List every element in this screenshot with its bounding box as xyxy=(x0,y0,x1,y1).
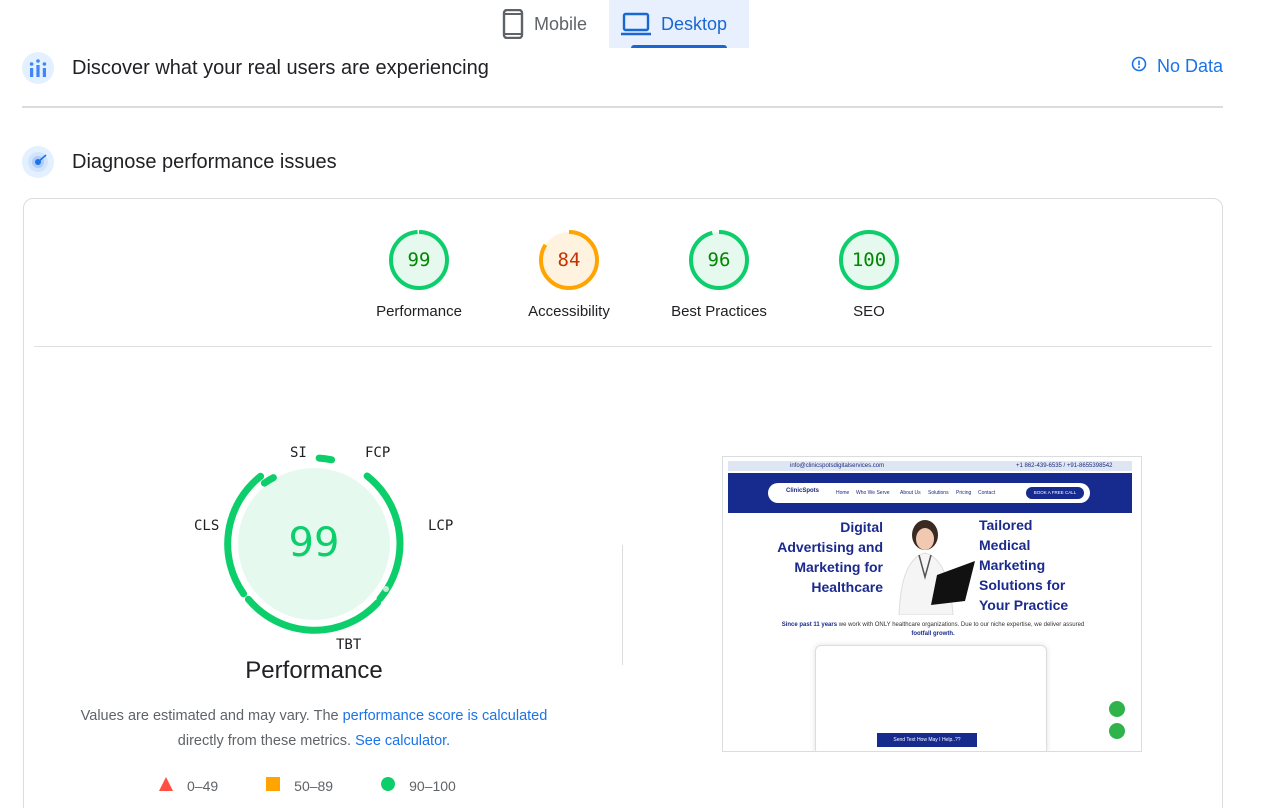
screenshot-navbar: ClinicSpots Home Who We Serve About Us S… xyxy=(728,473,1132,513)
gauge-score: 100 xyxy=(851,249,887,271)
legend-range: 0–49 xyxy=(187,777,219,794)
screenshot-nav-item: Contact xyxy=(978,490,996,496)
field-data-icon xyxy=(22,52,54,84)
lab-data-header: Diagnose performance issues xyxy=(22,146,337,178)
screenshot-email: info@clinicspotsdigitalservices.com xyxy=(790,463,885,469)
metric-label-si: SI xyxy=(290,445,307,461)
tab-mobile[interactable]: Mobile xyxy=(490,0,609,48)
field-data-title: Discover what your real users are experi… xyxy=(72,56,489,79)
lab-data-icon xyxy=(22,146,54,178)
fcp-arc xyxy=(315,454,336,464)
sub-bold: Since past 11 years xyxy=(781,622,838,628)
gauge-ring: 84 xyxy=(538,229,600,291)
sub-bold-2: footfall growth. xyxy=(911,631,955,637)
screenshot-subtitle: Since past 11 years we work with ONLY he… xyxy=(743,621,1123,639)
section-divider xyxy=(22,106,1223,108)
metric-label-tbt: TBT xyxy=(336,637,362,653)
performance-title: Performance xyxy=(245,657,383,684)
screenshot-phone: +1 862-439-6535 / +91-8655398542 xyxy=(1016,463,1113,469)
hero-line: Solutions for xyxy=(979,577,1066,593)
screenshot-hero-right: Tailored Medical Marketing Solutions for… xyxy=(979,515,1109,615)
card-divider xyxy=(34,346,1212,347)
see-calculator-link[interactable]: See calculator. xyxy=(355,733,450,749)
screenshot-cta: BOOK A FREE CALL xyxy=(1026,487,1084,499)
circle-icon xyxy=(381,777,396,794)
laptop-icon xyxy=(621,12,652,36)
gauge-label: Accessibility xyxy=(528,303,610,320)
screenshot-brand: ClinicSpots xyxy=(786,488,820,494)
hero-line: Tailored xyxy=(979,517,1033,533)
score-calculation-link[interactable]: performance score is calculated xyxy=(343,708,548,724)
gauge-accessibility[interactable]: 84 Accessibility xyxy=(494,229,644,320)
gauge-label: Best Practices xyxy=(671,303,767,320)
whatsapp-bubble-icon xyxy=(1109,723,1125,739)
screenshot-nav-item: Solutions xyxy=(928,490,949,496)
triangle-icon xyxy=(159,777,173,794)
screenshot-nav-pill: ClinicSpots Home Who We Serve About Us S… xyxy=(768,483,1090,503)
score-note: Values are estimated and may vary. The p… xyxy=(74,704,554,754)
lighthouse-report-card: 99 Performance 84 Accessibility 96 Best … xyxy=(23,198,1223,808)
hero-line: Advertising and xyxy=(777,539,883,555)
screenshot-nav-item: Home xyxy=(836,490,850,496)
vertical-divider xyxy=(622,545,623,665)
lab-data-title: Diagnose performance issues xyxy=(72,150,337,173)
performance-metric-gauge: SI FCP LCP TBT CLS 99 xyxy=(184,444,453,653)
gauge-seo[interactable]: 100 SEO xyxy=(794,229,944,320)
note-text-2: directly from these metrics. xyxy=(177,733,352,749)
hero-line: Marketing for xyxy=(794,559,883,575)
legend-fail: 0–49 xyxy=(159,777,218,794)
note-text-1: Values are estimated and may vary. The xyxy=(80,708,343,724)
category-gauges: 99 Performance 84 Accessibility 96 Best … xyxy=(344,229,944,320)
gauge-score: 99 xyxy=(407,249,431,271)
screenshot-nav-item: Who We Serve xyxy=(856,490,890,496)
tab-mobile-label: Mobile xyxy=(534,13,588,34)
legend-pass: 90–100 xyxy=(381,777,456,794)
legend-range: 50–89 xyxy=(294,777,334,794)
tab-desktop[interactable]: Desktop xyxy=(609,0,750,48)
tab-desktop-label: Desktop xyxy=(661,13,728,34)
gauge-label: Performance xyxy=(376,303,462,320)
phone-bubble-icon xyxy=(1109,701,1125,717)
doctor-image xyxy=(898,520,975,615)
performance-score: 99 xyxy=(288,520,340,566)
gauge-performance[interactable]: 99 Performance xyxy=(344,229,494,320)
gauge-ring: 96 xyxy=(688,229,750,291)
hero-line: Your Practice xyxy=(979,597,1069,613)
no-data-link[interactable]: No Data xyxy=(1131,56,1223,77)
gauge-best-practices[interactable]: 96 Best Practices xyxy=(644,229,794,320)
gauge-ring: 100 xyxy=(838,229,900,291)
info-icon xyxy=(1131,56,1147,77)
screenshot-chat-bar: Send Text How May I Help..?? xyxy=(877,733,977,747)
device-tabs: Mobile Desktop xyxy=(490,0,750,48)
hero-line: Digital xyxy=(840,519,883,535)
legend-range: 90–100 xyxy=(409,777,456,794)
final-screenshot[interactable]: info@clinicspotsdigitalservices.com +1 8… xyxy=(722,456,1142,752)
phone-icon xyxy=(502,9,524,39)
no-data-label: No Data xyxy=(1156,56,1223,76)
score-legend: 0–49 50–89 90–100 xyxy=(159,777,504,794)
screenshot-nav-item: About Us xyxy=(900,490,921,496)
hero-line: Healthcare xyxy=(811,579,883,595)
sub-text: we work with ONLY healthcare organizatio… xyxy=(837,622,1085,628)
gauge-label: SEO xyxy=(853,303,885,320)
gauge-score: 96 xyxy=(707,249,731,271)
gauge-score: 84 xyxy=(557,249,581,271)
legend-average: 50–89 xyxy=(266,777,333,794)
si-arc xyxy=(260,474,277,487)
screenshot-topbar: info@clinicspotsdigitalservices.com +1 8… xyxy=(728,461,1132,471)
field-data-header: Discover what your real users are experi… xyxy=(22,52,1223,84)
hero-line: Marketing xyxy=(979,557,1046,573)
gauge-ring: 99 xyxy=(388,229,450,291)
hero-line: Medical xyxy=(979,537,1031,553)
square-icon xyxy=(266,777,281,794)
screenshot-nav-item: Pricing xyxy=(956,490,972,496)
metric-label-fcp: FCP xyxy=(365,445,391,461)
screenshot-hero-left: Digital Advertising and Marketing for He… xyxy=(761,517,883,597)
